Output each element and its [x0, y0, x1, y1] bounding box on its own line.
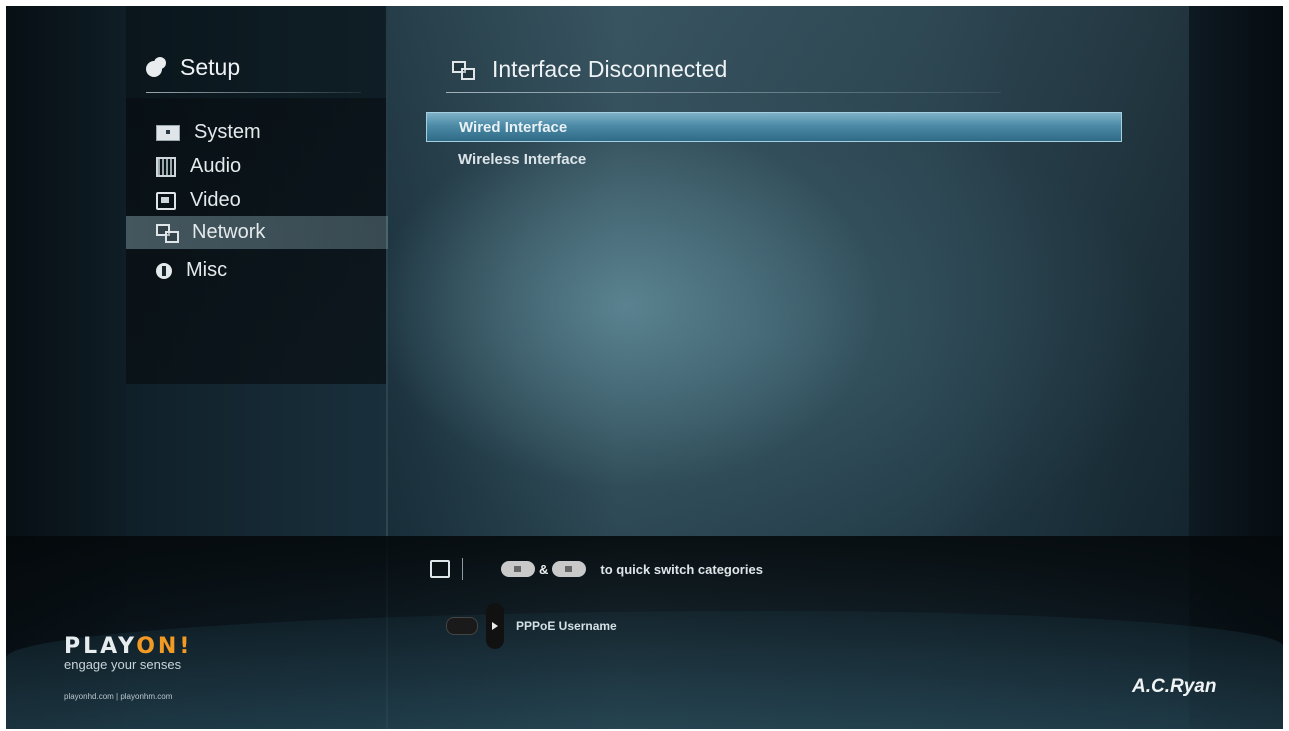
- setup-heading: Setup: [146, 54, 240, 81]
- option-button-icon: [446, 617, 478, 635]
- playon-logo: PLAYON! engage your senses playonhd.com …: [64, 634, 192, 701]
- network-icon: [156, 223, 179, 243]
- setup-title: Setup: [180, 54, 241, 80]
- sidebar-item-label: Misc: [186, 259, 228, 281]
- play-icon: [486, 603, 504, 649]
- hint-separator: [462, 558, 463, 580]
- hint-amp: &: [539, 561, 549, 577]
- sidebar-item-label: Video: [190, 189, 241, 211]
- main-panel: [388, 6, 1189, 536]
- sidebar-item-label: Audio: [190, 155, 242, 177]
- option-wireless-interface[interactable]: Wireless Interface: [426, 145, 1120, 173]
- option-label: Wireless Interface: [458, 150, 587, 168]
- gear-icon: [146, 60, 162, 77]
- interface-divider: [446, 92, 1001, 93]
- sidebar-item-label: Network: [192, 221, 266, 243]
- remote-icon: [430, 560, 450, 578]
- video-icon: [156, 191, 176, 210]
- sidebar-item-network[interactable]: Network: [126, 216, 388, 249]
- setup-divider: [146, 92, 361, 93]
- sidebar-item-audio[interactable]: Audio: [126, 150, 388, 183]
- logo-sites: playonhd.com | playonhm.com: [64, 692, 173, 701]
- help-text: PPPoE Username: [516, 619, 617, 633]
- option-label: Wired Interface: [459, 118, 568, 136]
- page-title: Interface Disconnected: [492, 56, 728, 82]
- misc-icon: [156, 262, 172, 279]
- sidebar-item-video[interactable]: Video: [126, 184, 388, 217]
- sidebar-item-system[interactable]: System: [126, 116, 388, 149]
- sidebar-item-misc[interactable]: Misc: [126, 254, 388, 287]
- sidebar-item-label: System: [194, 121, 261, 143]
- left-arrow-key-icon: [501, 561, 535, 577]
- hint-text: to quick switch categories: [600, 561, 763, 577]
- system-icon: [156, 124, 180, 141]
- category-switch-hint: & to quick switch categories: [430, 558, 763, 580]
- help-row: PPPoE Username: [446, 603, 617, 649]
- sidebar-header-area: [126, 6, 386, 98]
- logo-wordmark: PLAYON!: [64, 634, 193, 659]
- logo-tagline: engage your senses: [64, 657, 182, 672]
- right-arrow-key-icon: [552, 561, 587, 577]
- footer-wave: [6, 611, 1283, 729]
- interface-heading: Interface Disconnected: [452, 56, 727, 83]
- screen: Setup System Audio Video Network Misc In…: [6, 6, 1283, 729]
- option-wired-interface[interactable]: Wired Interface: [426, 112, 1122, 142]
- brand-logo: A.C.Ryan: [1132, 676, 1217, 697]
- network-icon: [452, 60, 475, 80]
- audio-icon: [156, 156, 176, 177]
